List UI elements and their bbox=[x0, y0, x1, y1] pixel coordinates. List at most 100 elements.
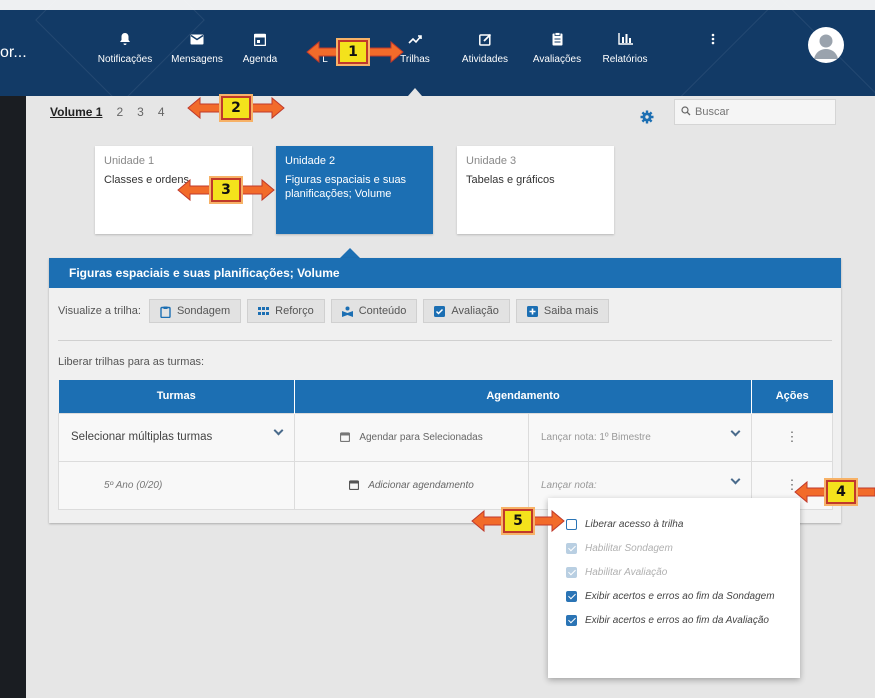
nota-label: Lançar nota: bbox=[541, 479, 597, 491]
grid-icon bbox=[258, 306, 270, 317]
nav-item-agenda[interactable]: Agenda bbox=[225, 30, 295, 65]
nota-label: Lançar nota: 1º Bimestre bbox=[541, 431, 651, 443]
visualize-trail-row: Visualize a trilha: Sondagem Reforço Con… bbox=[58, 299, 610, 323]
nav-item-notificacoes[interactable]: Notificações bbox=[90, 30, 160, 65]
chevron-down-icon bbox=[273, 425, 284, 436]
chip-label: Avaliação bbox=[451, 305, 499, 317]
nav-item-relatorios[interactable]: Relatórios bbox=[590, 30, 660, 65]
app-name[interactable]: or... bbox=[0, 44, 27, 62]
reader-icon bbox=[341, 306, 353, 317]
volume-tab-4[interactable]: 4 bbox=[158, 105, 165, 119]
schedule-selected-button[interactable]: Agendar para Selecionadas bbox=[294, 412, 529, 462]
header-acoes: Ações bbox=[751, 380, 833, 413]
panel-title: Figuras espaciais e suas planificações; … bbox=[49, 258, 841, 288]
visualize-label: Visualize a trilha: bbox=[58, 305, 141, 317]
mail-icon bbox=[162, 30, 232, 48]
settings-gear-icon[interactable] bbox=[640, 110, 654, 124]
avaliacao-button[interactable]: Avaliação bbox=[423, 299, 510, 323]
user-icon bbox=[814, 34, 838, 59]
bar-chart-icon bbox=[590, 30, 660, 48]
select-multiple-classes[interactable]: Selecionar múltiplas turmas bbox=[58, 412, 295, 462]
reforco-button[interactable]: Reforço bbox=[247, 299, 325, 323]
header-agendamento: Agendamento bbox=[294, 380, 752, 413]
option-exibir-avaliacao[interactable]: Exibir acertos e erros ao fim da Avaliaç… bbox=[548, 608, 800, 632]
chip-label: Conteúdo bbox=[358, 305, 407, 317]
search-box bbox=[674, 99, 836, 125]
divider bbox=[58, 340, 832, 341]
nav-item-atividades[interactable]: Atividades bbox=[450, 30, 520, 65]
edit-icon bbox=[450, 30, 520, 48]
bell-icon bbox=[90, 30, 160, 48]
option-label: Exibir acertos e erros ao fim da Avaliaç… bbox=[585, 614, 769, 626]
liberar-label: Liberar trilhas para as turmas: bbox=[58, 356, 205, 368]
grade-period-select[interactable]: Lançar nota: 1º Bimestre bbox=[528, 412, 752, 462]
volume-tab-2[interactable]: 2 bbox=[116, 105, 123, 119]
nav-label: Agenda bbox=[242, 54, 278, 65]
calendar-icon bbox=[225, 30, 295, 48]
header-turmas: Turmas bbox=[58, 380, 295, 413]
unit-subtitle: Tabelas e gráficos bbox=[466, 174, 555, 186]
nav-label: Mensagens bbox=[171, 54, 223, 65]
row-actions-menu: Liberar acesso à trilha Habilitar Sondag… bbox=[548, 498, 800, 678]
unit-title: Unidade 3 bbox=[466, 155, 517, 167]
turma-label: 5º Ano (0/20) bbox=[104, 479, 163, 491]
unit-subtitle: Figuras espaciais e suas planificações; … bbox=[285, 174, 407, 200]
checkbox[interactable] bbox=[566, 518, 577, 530]
option-habilitar-avaliacao: Habilitar Avaliação bbox=[548, 560, 800, 584]
unit-detail-panel: Figuras espaciais e suas planificações; … bbox=[49, 258, 841, 523]
nav-label: Relatórios bbox=[602, 54, 648, 65]
option-exibir-sondagem[interactable]: Exibir acertos e erros ao fim da Sondage… bbox=[548, 584, 800, 608]
option-habilitar-sondagem: Habilitar Sondagem bbox=[548, 536, 800, 560]
option-label: Liberar acesso à trilha bbox=[585, 518, 684, 530]
turma-label: Selecionar múltiplas turmas bbox=[71, 431, 213, 443]
option-label: Exibir acertos e erros ao fim da Sondage… bbox=[585, 590, 775, 602]
checkbox[interactable] bbox=[566, 590, 577, 602]
chip-label: Saiba mais bbox=[543, 305, 599, 317]
clipboard-icon bbox=[522, 30, 592, 48]
calendar-icon bbox=[340, 432, 351, 443]
add-schedule-button[interactable]: Adicionar agendamento bbox=[294, 460, 529, 510]
checkbox bbox=[566, 566, 577, 578]
nav-label: Atividades bbox=[461, 54, 509, 65]
callout-4: 4 bbox=[826, 480, 856, 504]
nav-item-avaliacoes[interactable]: Avaliações bbox=[522, 30, 592, 65]
row-actions-button[interactable]: ⋮ bbox=[751, 412, 833, 462]
chip-label: Sondagem bbox=[176, 305, 231, 317]
volume-tab-1[interactable]: Volume 1 bbox=[50, 105, 102, 119]
left-sidebar-strip bbox=[0, 96, 26, 698]
more-vertical-icon bbox=[678, 30, 748, 48]
option-label: Habilitar Avaliação bbox=[585, 566, 668, 578]
clipboard-icon bbox=[160, 306, 171, 318]
sondagem-button[interactable]: Sondagem bbox=[148, 299, 242, 323]
table-row: Selecionar múltiplas turmas Agendar para… bbox=[58, 412, 833, 462]
table-header-row: Turmas Agendamento Ações bbox=[58, 380, 833, 413]
check-square-icon bbox=[434, 305, 446, 317]
top-navigation-bar: or... Notificações Mensagens Agenda L Tr… bbox=[0, 0, 875, 96]
nav-label: Notificações bbox=[97, 54, 153, 65]
unit-card-2[interactable]: Unidade 2 Figuras espaciais e suas plani… bbox=[276, 146, 433, 234]
volume-tab-3[interactable]: 3 bbox=[137, 105, 144, 119]
search-icon bbox=[681, 105, 691, 119]
nav-more-button[interactable] bbox=[678, 30, 748, 54]
nav-item-mensagens[interactable]: Mensagens bbox=[162, 30, 232, 65]
checkbox[interactable] bbox=[566, 614, 577, 626]
nav-label: Avaliações bbox=[532, 54, 582, 65]
option-liberar-acesso[interactable]: Liberar acesso à trilha bbox=[548, 512, 800, 536]
checkbox bbox=[566, 542, 577, 554]
unit-title: Unidade 2 bbox=[285, 155, 336, 167]
saiba-mais-button[interactable]: Saiba mais bbox=[515, 299, 610, 323]
callout-3: 3 bbox=[211, 178, 241, 202]
plus-square-icon bbox=[526, 305, 538, 317]
unit-card-3[interactable]: Unidade 3 Tabelas e gráficos bbox=[457, 146, 614, 234]
search-input[interactable] bbox=[695, 106, 825, 118]
selected-unit-pointer bbox=[340, 248, 360, 258]
chevron-down-icon bbox=[730, 474, 741, 484]
option-label: Habilitar Sondagem bbox=[585, 542, 673, 554]
user-avatar[interactable] bbox=[808, 27, 844, 63]
calendar-add-icon bbox=[349, 480, 360, 491]
volume-tabs: Volume 1 2 3 4 bbox=[50, 105, 165, 119]
conteudo-button[interactable]: Conteúdo bbox=[330, 299, 418, 323]
agendar-label: Agendar para Selecionadas bbox=[359, 432, 483, 443]
callout-1: 1 bbox=[338, 40, 368, 64]
agendar-label: Adicionar agendamento bbox=[368, 480, 474, 491]
